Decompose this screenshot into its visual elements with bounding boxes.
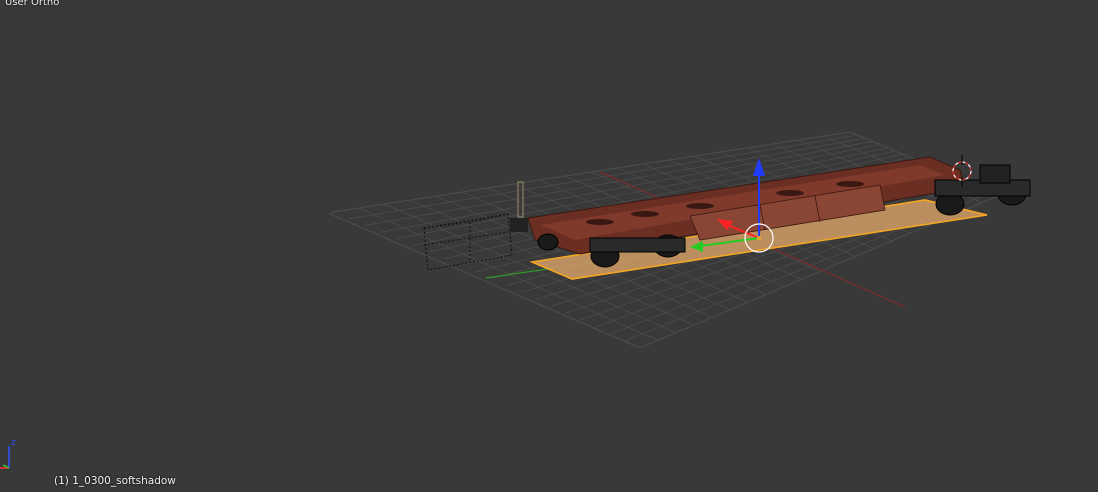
active-object-label: (1) 1_0300_softshadow	[54, 475, 176, 487]
scene-canvas[interactable]	[0, 0, 1098, 492]
axis-gizmo: z	[0, 438, 16, 469]
z-axis-label: z	[11, 438, 16, 448]
bounds-wireframe[interactable]	[423, 213, 513, 271]
3d-viewport[interactable]: User Ortho z (1) 1_0300_softshadow	[0, 0, 1098, 492]
view-name-label: User Ortho	[5, 0, 60, 8]
object-origin	[757, 236, 761, 240]
